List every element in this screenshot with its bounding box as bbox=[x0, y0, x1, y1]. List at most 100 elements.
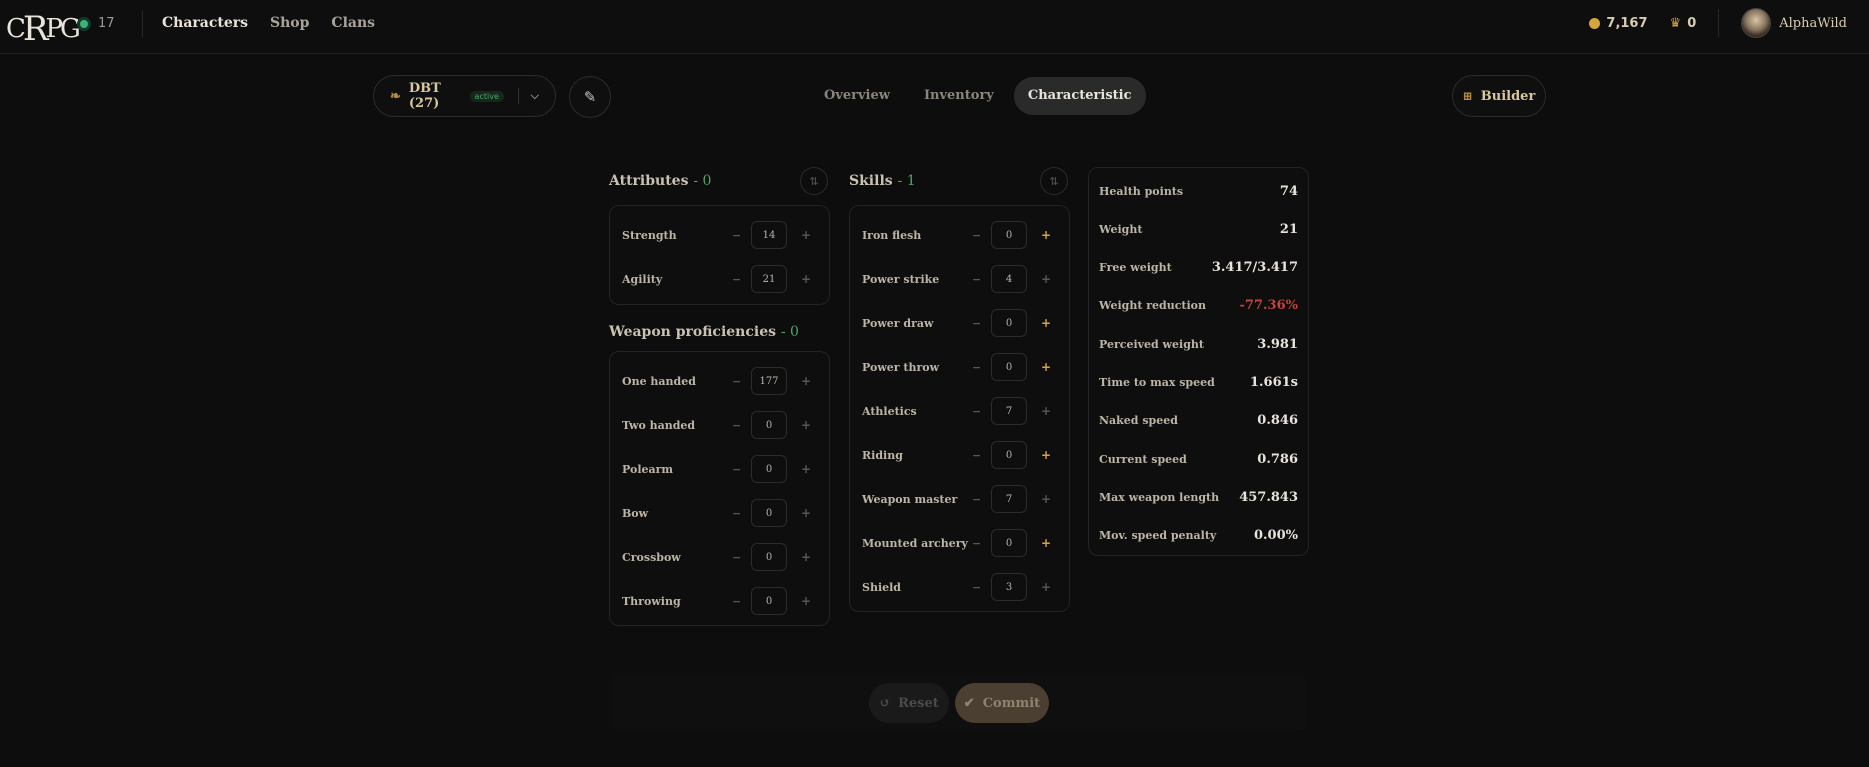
proficiency-row: Two handed −0 + bbox=[610, 411, 829, 439]
commit-button[interactable]: ✔ Commit bbox=[955, 683, 1049, 723]
stat-row: Weight reduction -77.36% bbox=[1089, 294, 1308, 318]
online-dot-icon bbox=[80, 19, 88, 28]
heirloom-icon: ♛ bbox=[1669, 15, 1682, 31]
proficiency-row: One handed −177 + bbox=[610, 367, 829, 395]
decrement-button[interactable]: − bbox=[972, 581, 981, 594]
skill-label: Power strike bbox=[862, 272, 940, 286]
decrement-button[interactable]: − bbox=[972, 405, 981, 418]
increment-button[interactable]: + bbox=[1041, 536, 1051, 550]
user-menu[interactable]: AlphaWild bbox=[1741, 8, 1847, 38]
skill-value[interactable]: 0 bbox=[991, 529, 1027, 557]
proficiency-value[interactable]: 0 bbox=[751, 543, 787, 571]
skill-value[interactable]: 4 bbox=[991, 265, 1027, 293]
increment-button[interactable]: + bbox=[1041, 272, 1051, 286]
stat-label: Max weapon length bbox=[1099, 490, 1220, 504]
proficiency-value[interactable]: 177 bbox=[751, 367, 787, 395]
attribute-row: Agility −21 + bbox=[610, 265, 829, 293]
stat-value: 3.981 bbox=[1257, 336, 1298, 352]
skill-value[interactable]: 0 bbox=[991, 441, 1027, 469]
main-nav: Characters Shop Clans bbox=[162, 15, 375, 31]
builder-button[interactable]: ⊞ Builder bbox=[1452, 75, 1546, 117]
increment-button[interactable]: + bbox=[801, 506, 811, 520]
proficiency-value[interactable]: 0 bbox=[751, 411, 787, 439]
increment-button[interactable]: + bbox=[1041, 360, 1051, 374]
decrement-button[interactable]: − bbox=[732, 551, 741, 564]
decrement-button[interactable]: − bbox=[732, 273, 741, 286]
decrement-button[interactable]: − bbox=[972, 537, 981, 550]
proficiency-label: Two handed bbox=[622, 418, 696, 432]
stat-row: Current speed 0.786 bbox=[1089, 447, 1308, 471]
weapon-proficiencies-title: Weapon proficiencies - 0 bbox=[609, 324, 799, 340]
increment-button[interactable]: + bbox=[1041, 228, 1051, 242]
increment-button[interactable]: + bbox=[801, 374, 811, 388]
attributes-convert-button[interactable]: ⇅ bbox=[800, 167, 828, 195]
divider bbox=[517, 88, 519, 104]
skills-points: - 1 bbox=[897, 173, 916, 189]
proficiency-row: Bow −0 + bbox=[610, 499, 829, 527]
decrement-button[interactable]: − bbox=[972, 493, 981, 506]
nav-shop[interactable]: Shop bbox=[270, 15, 309, 31]
increment-button[interactable]: + bbox=[801, 272, 811, 286]
tab-characteristic[interactable]: Characteristic bbox=[1013, 77, 1146, 115]
nav-clans[interactable]: Clans bbox=[331, 15, 375, 31]
tab-overview[interactable]: Overview bbox=[810, 77, 904, 115]
skill-value[interactable]: 7 bbox=[991, 485, 1027, 513]
stat-row: Time to max speed 1.661s bbox=[1089, 371, 1308, 395]
attributes-title: Attributes - 0 bbox=[609, 173, 712, 189]
increment-button[interactable]: + bbox=[1041, 448, 1051, 462]
skill-value[interactable]: 3 bbox=[991, 573, 1027, 601]
increment-button[interactable]: + bbox=[801, 418, 811, 432]
user-area: 7,167 ♛ 0 AlphaWild bbox=[1589, 8, 1847, 38]
decrement-button[interactable]: − bbox=[972, 317, 981, 330]
increment-button[interactable]: + bbox=[1041, 580, 1051, 594]
skill-value[interactable]: 0 bbox=[991, 309, 1027, 337]
nav-characters[interactable]: Characters bbox=[162, 15, 248, 31]
increment-button[interactable]: + bbox=[801, 228, 811, 242]
decrement-button[interactable]: − bbox=[732, 595, 741, 608]
weapon-proficiencies-panel: One handed −177 + Two handed −0 + Polearm −0 + Bo… bbox=[609, 351, 830, 626]
stat-value: 0.00% bbox=[1253, 528, 1298, 544]
decrement-button[interactable]: − bbox=[732, 507, 741, 520]
proficiency-value[interactable]: 0 bbox=[751, 455, 787, 483]
decrement-button[interactable]: − bbox=[732, 375, 741, 388]
heirloom-display: ♛ 0 bbox=[1670, 16, 1697, 31]
stat-label: Time to max speed bbox=[1099, 376, 1215, 389]
skills-convert-button[interactable]: ⇅ bbox=[1040, 167, 1068, 195]
skill-row: Power draw −0 + bbox=[850, 309, 1069, 337]
decrement-button[interactable]: − bbox=[972, 449, 981, 462]
proficiency-label: Bow bbox=[622, 506, 649, 520]
skill-row: Athletics −7 + bbox=[850, 397, 1069, 425]
skill-value[interactable]: 7 bbox=[991, 397, 1027, 425]
reset-button[interactable]: ↺ Reset bbox=[869, 683, 949, 723]
skills-title: Skills - 1 bbox=[849, 173, 916, 189]
attribute-value[interactable]: 21 bbox=[751, 265, 787, 293]
attributes-points: - 0 bbox=[693, 173, 712, 189]
skill-label: Power throw bbox=[862, 360, 940, 374]
decrement-button[interactable]: − bbox=[972, 229, 981, 242]
attribute-value[interactable]: 14 bbox=[751, 221, 787, 249]
decrement-button[interactable]: − bbox=[972, 273, 981, 286]
skill-value[interactable]: 0 bbox=[991, 353, 1027, 381]
increment-button[interactable]: + bbox=[1041, 492, 1051, 506]
proficiency-value[interactable]: 0 bbox=[751, 587, 787, 615]
edit-character-button[interactable]: ✎ bbox=[569, 76, 611, 118]
crpg-logo[interactable]: CRPG bbox=[6, 6, 81, 49]
stat-row: Naked speed 0.846 bbox=[1089, 409, 1308, 433]
increment-button[interactable]: + bbox=[801, 462, 811, 476]
decrement-button[interactable]: − bbox=[972, 361, 981, 374]
skill-value[interactable]: 0 bbox=[991, 221, 1027, 249]
increment-button[interactable]: + bbox=[1041, 404, 1051, 418]
increment-button[interactable]: + bbox=[1041, 316, 1051, 330]
increment-button[interactable]: + bbox=[801, 550, 811, 564]
increment-button[interactable]: + bbox=[801, 594, 811, 608]
avatar bbox=[1741, 8, 1772, 38]
stat-value: -77.36% bbox=[1239, 298, 1298, 314]
decrement-button[interactable]: − bbox=[732, 463, 741, 476]
character-selector[interactable]: ❧ DBT (27) active ⌵ bbox=[373, 75, 556, 117]
decrement-button[interactable]: − bbox=[732, 419, 741, 432]
decrement-button[interactable]: − bbox=[732, 229, 741, 242]
proficiency-value[interactable]: 0 bbox=[751, 499, 787, 527]
skill-row: Shield −3 + bbox=[850, 573, 1069, 601]
tab-inventory[interactable]: Inventory bbox=[910, 77, 1008, 115]
stat-value: 0.786 bbox=[1257, 451, 1298, 467]
